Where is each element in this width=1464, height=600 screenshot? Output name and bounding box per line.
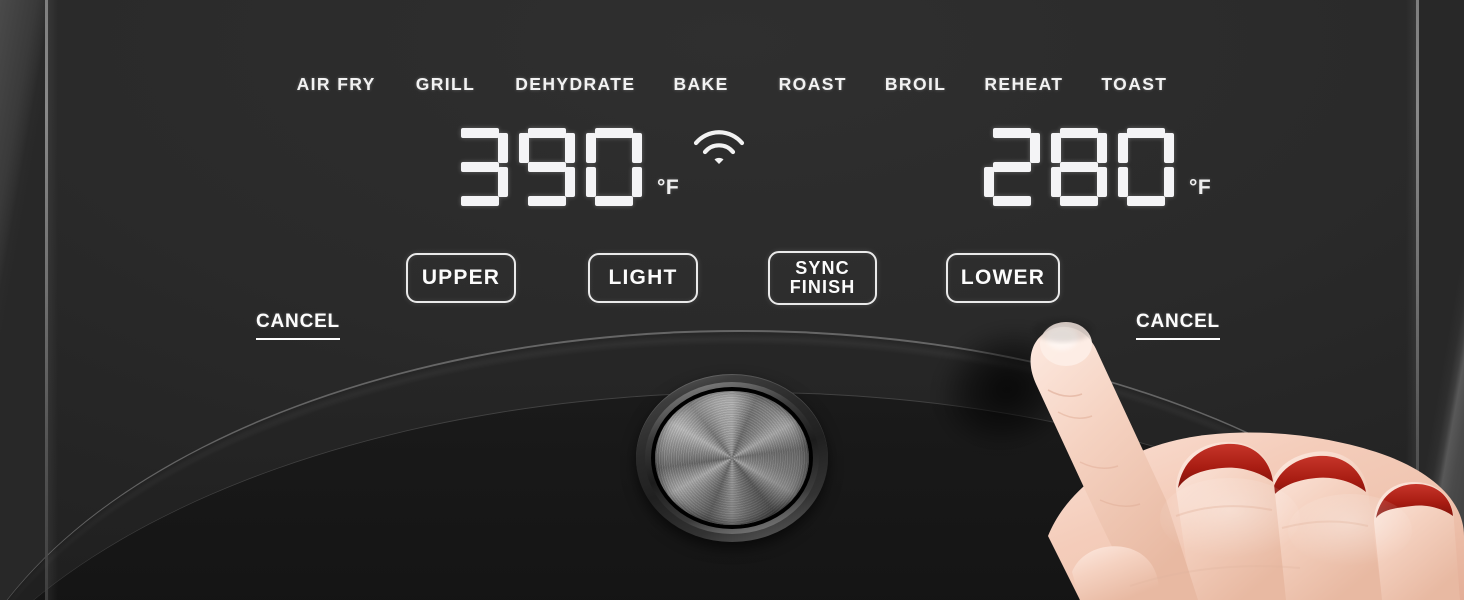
segment-f <box>1118 133 1128 163</box>
sync-finish-button[interactable]: SYNC FINISH <box>768 251 877 305</box>
segment-c <box>565 167 575 197</box>
seven-segment-digit <box>452 128 508 206</box>
segment-d <box>528 196 566 206</box>
segment-c <box>632 167 642 197</box>
sync-finish-button-label: SYNC FINISH <box>789 257 856 297</box>
wifi-icon <box>690 130 748 166</box>
segment-a <box>461 128 499 138</box>
control-dial[interactable] <box>628 374 836 558</box>
segment-d <box>595 196 633 206</box>
segment-e <box>1051 167 1061 197</box>
upper-zone-digits <box>452 128 642 206</box>
segment-b <box>565 133 575 163</box>
lower-zone-digits <box>984 128 1174 206</box>
segment-a <box>993 128 1031 138</box>
control-dial-sheen <box>655 391 809 525</box>
segment-g <box>528 162 566 172</box>
segment-f <box>1051 133 1061 163</box>
upper-zone-temperature-display: °F <box>452 128 679 206</box>
segment-g <box>1060 162 1098 172</box>
upper-button[interactable]: UPPER <box>406 253 516 303</box>
seven-segment-digit <box>984 128 1040 206</box>
lower-zone-temperature-display: °F <box>984 128 1211 206</box>
control-dial-brushed-face <box>655 391 809 525</box>
upper-button-label: UPPER <box>421 265 501 289</box>
appliance-control-panel-screenshot: AIR FRY GRILL DEHYDRATE BAKE ROAST BROIL… <box>0 0 1464 600</box>
panel-left-edge-glow <box>48 0 58 600</box>
segment-b <box>1164 133 1174 163</box>
segment-d <box>461 196 499 206</box>
segment-f <box>586 133 596 163</box>
segment-c <box>498 167 508 197</box>
seven-segment-digit <box>586 128 642 206</box>
seven-segment-digit <box>519 128 575 206</box>
segment-d <box>1060 196 1098 206</box>
seven-segment-digit <box>1118 128 1174 206</box>
segment-b <box>1030 133 1040 163</box>
user-hand <box>930 286 1464 600</box>
light-button-label: LIGHT <box>608 265 678 289</box>
segment-b <box>632 133 642 163</box>
segment-g <box>993 162 1031 172</box>
segment-e <box>984 167 994 197</box>
segment-e <box>586 167 596 197</box>
segment-c <box>1097 167 1107 197</box>
segment-f <box>519 133 529 163</box>
segment-e <box>1118 167 1128 197</box>
light-button[interactable]: LIGHT <box>588 253 698 303</box>
segment-a <box>595 128 633 138</box>
segment-d <box>993 196 1031 206</box>
segment-b <box>1097 133 1107 163</box>
segment-a <box>1127 128 1165 138</box>
segment-d <box>1127 196 1165 206</box>
seven-segment-digit <box>1051 128 1107 206</box>
upper-zone-unit: °F <box>657 176 680 199</box>
segment-a <box>1060 128 1098 138</box>
segment-b <box>498 133 508 163</box>
segment-c <box>1164 167 1174 197</box>
lower-zone-unit: °F <box>1189 176 1212 199</box>
segment-g <box>461 162 499 172</box>
segment-a <box>528 128 566 138</box>
cancel-button-upper[interactable]: CANCEL <box>256 311 340 340</box>
